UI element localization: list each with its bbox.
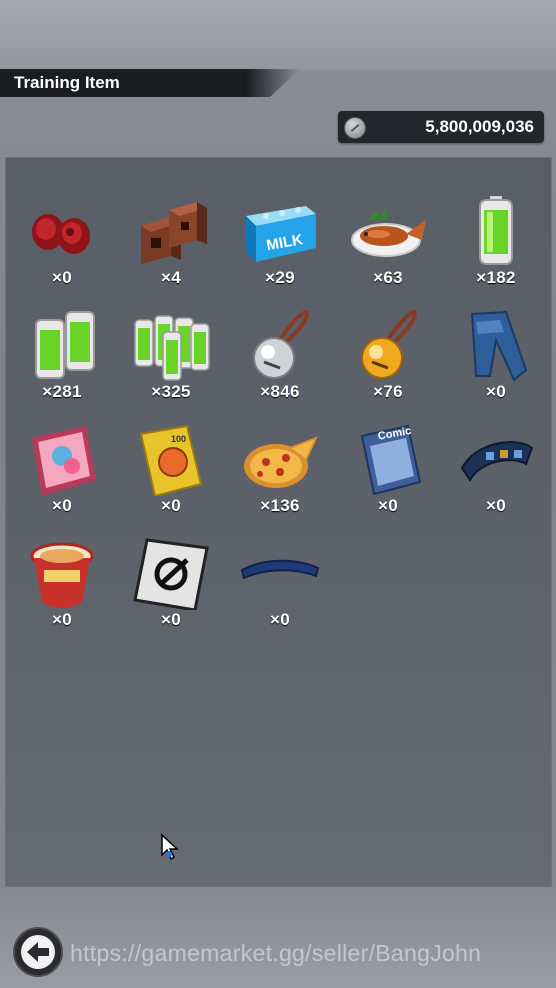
headband-icon [240,559,320,580]
ramen-cup-icon [30,542,94,608]
item-count: ×0 [161,610,181,629]
back-button[interactable] [13,927,63,977]
watermark-text: https://gamemarket.gg/seller/BangJohn [70,940,482,966]
item-count: ×136 [260,496,300,515]
jeans-icon [470,310,528,382]
item-double-battery-pack[interactable]: ×281 [12,310,112,420]
item-battery-bundle[interactable]: ×325 [121,310,221,420]
item-grilled-fish[interactable]: ×63 [338,196,438,306]
item-comic-book[interactable]: Comic ×0 [338,424,438,534]
magazine-icon [32,426,96,496]
item-headband[interactable]: ×0 [230,538,330,648]
item-count: ×29 [265,268,295,287]
item-count: ×76 [373,382,403,401]
item-count: ×0 [486,496,506,515]
item-count: ×182 [476,268,516,287]
milk-carton-icon: MILK [246,206,316,262]
background-bottom [0,888,556,988]
cookbook-icon: 100 [139,424,203,496]
currency-display: 5,800,009,036 [338,111,544,143]
coin-icon [344,117,366,139]
item-silver-bell[interactable]: ×846 [230,310,330,420]
emblem-card-icon [133,538,209,610]
item-count: ×63 [373,268,403,287]
pizza-icon [244,436,318,488]
brick-blocks-icon [141,202,207,264]
item-count: ×325 [151,382,191,401]
battery-pack-icon [35,311,95,379]
mouse-cursor-icon [161,833,179,861]
battery-icon [479,196,513,265]
item-count: ×0 [270,610,290,629]
item-count: ×0 [52,268,72,287]
battery-bundle-icon [134,315,210,381]
item-pizza[interactable]: ×136 [230,424,330,534]
item-count: ×0 [52,610,72,629]
back-arrow-icon [21,935,55,969]
currency-value: 5,800,009,036 [425,117,534,136]
item-ramen-cup[interactable]: ×0 [12,538,112,648]
svg-text:100: 100 [171,434,186,444]
gold-bell-icon [361,310,417,379]
silver-bell-icon [253,310,309,379]
title-banner: Training Item [0,69,300,97]
page-title: Training Item [14,73,120,92]
comic-book-icon: Comic [360,424,422,496]
item-dumbbell-weights[interactable]: ×0 [12,196,112,306]
dumbbell-icon [32,214,90,254]
grilled-fish-icon [351,208,426,257]
background-top [0,0,556,70]
item-gold-bell[interactable]: ×76 [338,310,438,420]
item-brick-blocks[interactable]: ×4 [121,196,221,306]
item-count: ×846 [260,382,300,401]
item-cookbook[interactable]: 100 ×0 [121,424,221,534]
item-count: ×0 [161,496,181,515]
item-wrist-band[interactable]: ×0 [446,424,546,534]
item-count: ×281 [42,382,82,401]
item-emblem-card[interactable]: ×0 [121,538,221,648]
item-count: ×4 [161,268,181,287]
item-blue-jeans[interactable]: ×0 [446,310,546,420]
item-count: ×0 [486,382,506,401]
item-energy-battery[interactable]: ×182 [446,196,546,306]
item-count: ×0 [378,496,398,515]
item-magazine[interactable]: ×0 [12,424,112,534]
wrist-band-icon [460,441,534,482]
item-count: ×0 [52,496,72,515]
item-panel: ×0 ×4 MILK ×29 ×63 ×182 ×281 ×325 ×846 ×… [5,157,552,887]
item-milk-carton[interactable]: MILK ×29 [230,196,330,306]
